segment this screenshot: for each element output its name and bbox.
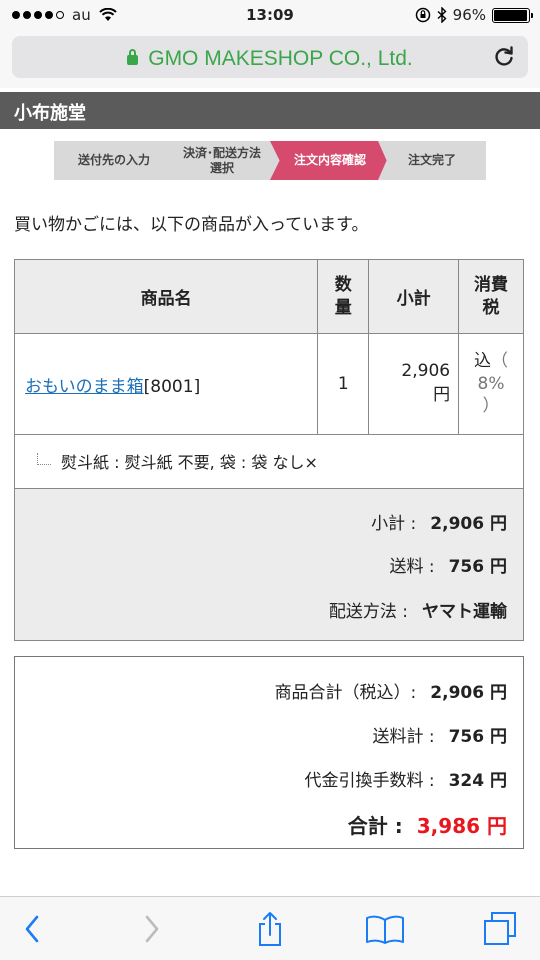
checkout-steps: 送付先の入力 決済･配送方法 選択 注文内容確認 注文完了 [54,141,486,180]
subtotal-section: 小計 : 2,906 円 送料 : 756 円 配送方法 : ヤマト運輸 [14,489,524,641]
forward-icon [145,915,159,943]
site-name: GMO MAKESHOP CO., Ltd. [148,47,413,70]
step-label: 送付先の入力 [77,153,150,168]
shipping-row: 送料 : 756 円 [389,552,507,577]
browser-toolbar [0,896,540,960]
table-header-row: 商品名 数 量 小計 消費 税 [13,259,524,334]
back-button[interactable] [12,911,52,947]
status-bar: au 13:09 96% [0,0,540,30]
header-tax: 消費 税 [458,259,524,334]
product-quantity: 1 [317,333,370,435]
shipping-total-value: 756 円 [448,727,507,747]
orientation-lock-icon [415,7,430,23]
header-subtotal: 小計 [368,259,460,334]
items-total-row: 商品合計（税込）: 2,906 円 [275,678,507,703]
items-total-value: 2,906 円 [430,683,507,703]
step-order-confirm: 注文内容確認 [270,141,390,180]
delivery-method-row: 配送方法 : ヤマト運輸 [329,597,507,622]
step-payment-method: 決済･配送方法 選択 [162,141,282,180]
product-subtotal-cell: 2,906 円 [368,333,460,435]
bookmarks-icon [366,915,404,944]
grand-total-value: 3,986 円 [416,814,507,838]
tabs-button[interactable] [480,911,520,947]
battery-icon [492,7,533,23]
delivery-method-value: ヤマト運輸 [422,602,507,622]
header-product-name: 商品名 [13,259,319,334]
share-button[interactable] [250,911,290,947]
shipping-value: 756 円 [448,557,507,577]
product-name-cell: おもいのまま箱[8001] [13,333,319,435]
back-icon [25,915,39,943]
tax-close-paren: ） [482,396,500,417]
product-link[interactable]: おもいのまま箱 [25,377,144,397]
step-label: 注文完了 [407,153,456,168]
step-shipping-address: 送付先の入力 [54,141,174,180]
delivery-method-label: 配送方法 : [328,602,408,622]
battery-percent: 96% [452,6,486,24]
step-label: 注文内容確認 [293,153,366,168]
grand-total-row: 合計 : 3,986 円 [348,810,507,839]
address-text-wrap: GMO MAKESHOP CO., Ltd. [12,47,528,71]
header-quantity: 数 量 [317,259,370,334]
subtotal-row: 小計 : 2,906 円 [371,509,507,534]
product-options-text: 熨斗紙 : 熨斗紙 不要, 袋 : 袋 なし× [61,453,318,472]
subtotal-value: 2,906 円 [430,514,507,534]
bookmarks-button[interactable] [365,911,405,947]
forward-button[interactable] [132,911,172,947]
grand-total-label: 合計 : [347,814,403,838]
bluetooth-icon [437,7,447,23]
cart-table: 商品名 数 量 小計 消費 税 おもいのまま箱[8001] 1 2,906 円 … [13,259,524,435]
lock-icon [127,49,139,65]
product-subtotal: 2,906 [401,361,451,382]
product-tax-cell: 込（ 8% ） [458,333,524,435]
tabs-icon [484,912,516,945]
shipping-label: 送料 : [389,557,435,577]
tax-open-paren: （ [491,350,509,371]
browser-chrome: GMO MAKESHOP CO., Ltd. [0,30,540,88]
status-right: 96% [415,6,533,24]
step-label: 決済･配送方法 選択 [182,146,261,175]
share-icon [259,912,281,946]
shop-header: 小布施堂 [0,92,540,129]
tax-kind: 込 [474,350,492,371]
product-options: 熨斗紙 : 熨斗紙 不要, 袋 : 袋 なし× [14,434,524,489]
address-bar[interactable]: GMO MAKESHOP CO., Ltd. [12,36,528,78]
battery-fill [494,9,527,21]
cod-fee-label: 代金引換手数料 : [304,771,435,791]
tree-branch-icon [37,453,51,465]
shop-name: 小布施堂 [14,103,86,124]
totals-box: 商品合計（税込）: 2,906 円 送料計 : 756 円 代金引換手数料 : … [14,656,524,849]
product-code: [8001] [143,376,201,397]
table-row: おもいのまま箱[8001] 1 2,906 円 込（ 8% ） [13,333,524,435]
shipping-total-row: 送料計 : 756 円 [372,722,507,747]
items-total-label: 商品合計（税込）: [274,683,417,703]
cod-fee-row: 代金引換手数料 : 324 円 [304,766,507,791]
step-order-complete: 注文完了 [378,141,486,180]
shipping-total-label: 送料計 : [372,727,435,747]
cod-fee-value: 324 円 [448,771,507,791]
cart-intro-text: 買い物かごには、以下の商品が入っています。 [14,215,369,235]
tax-rate: 8% [477,373,505,394]
reload-icon[interactable] [492,45,516,69]
subtotal-label: 小計 : [371,514,417,534]
product-subtotal-unit: 円 [433,385,451,405]
